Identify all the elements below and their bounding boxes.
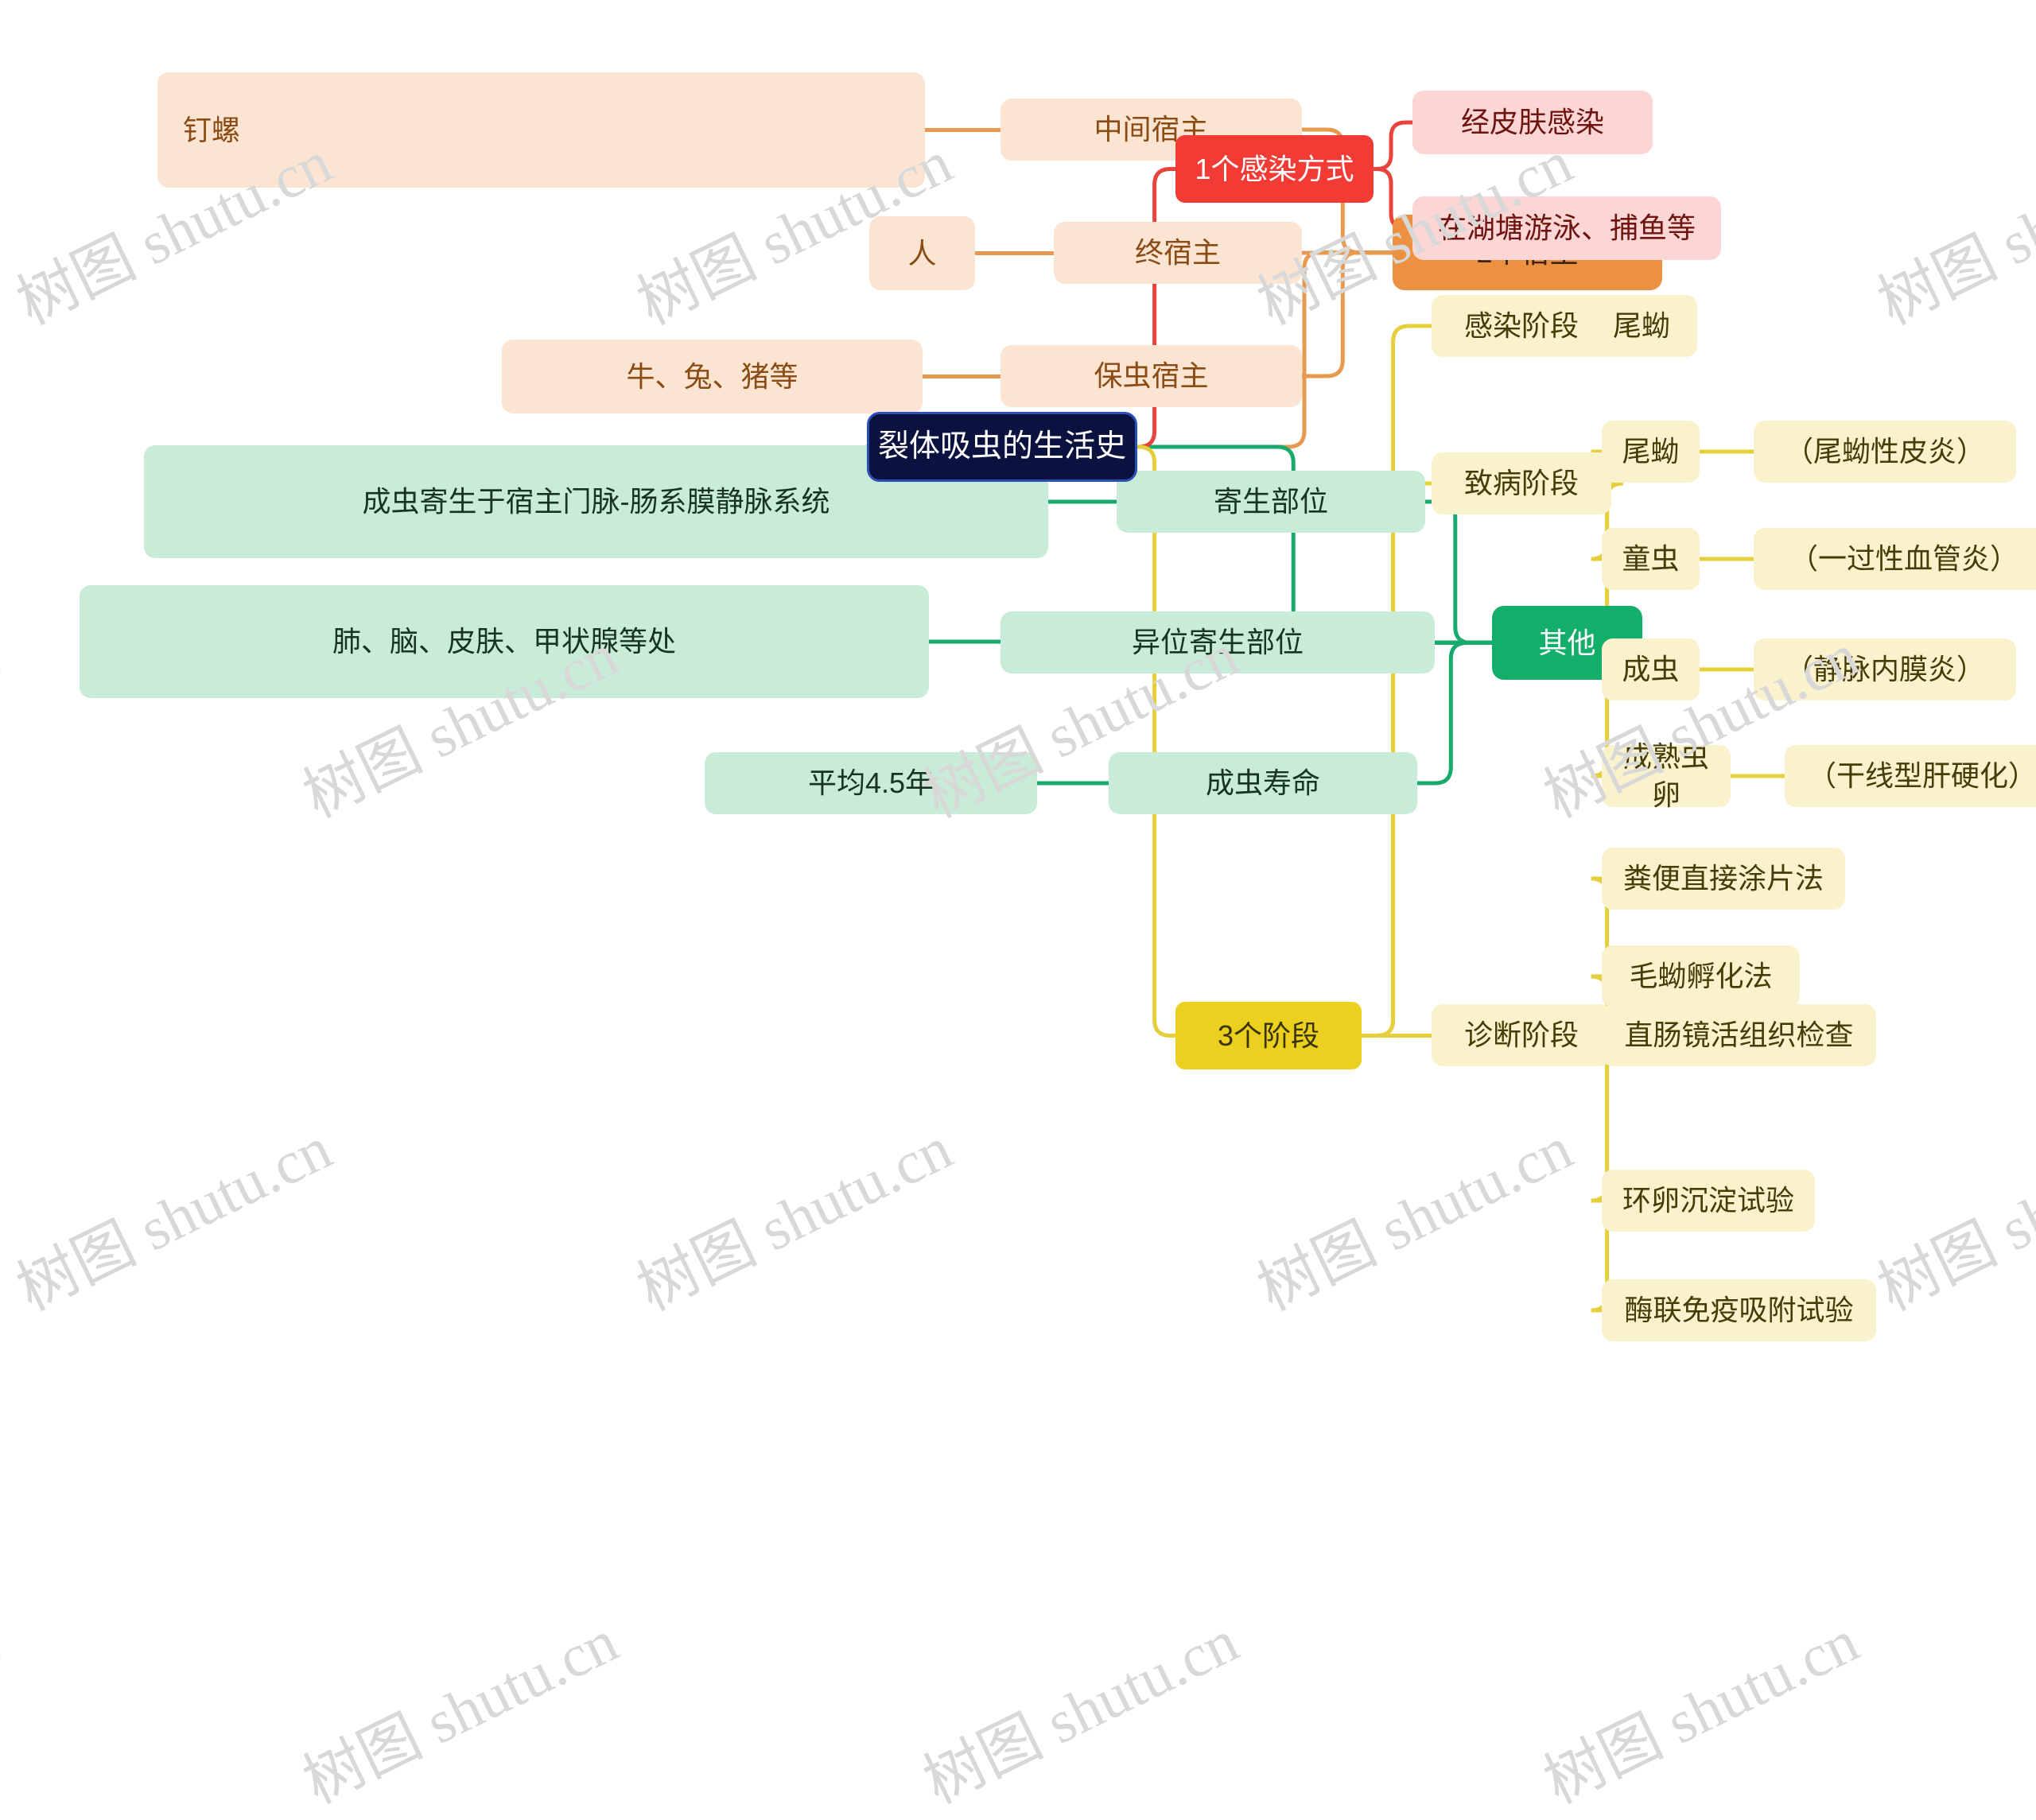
- node-pathogenic-effect[interactable]: （一过性血管炎）: [1754, 528, 2036, 590]
- node-label: 其他: [1538, 626, 1596, 659]
- node-label: 经皮肤感染: [1460, 106, 1604, 139]
- node-label: 成虫寿命: [1205, 766, 1320, 800]
- node-final-host[interactable]: 终宿主: [1054, 222, 1302, 284]
- node-label: 牛、兔、猪等: [626, 359, 798, 393]
- node-label: 诊断阶段: [1463, 1019, 1579, 1052]
- node-label: （静脉内膜炎）: [1784, 653, 1985, 686]
- node-label: 尾蚴: [1622, 435, 1680, 468]
- node-label: 在湖塘游泳、捕鱼等: [1437, 211, 1696, 245]
- node-label: 粪便直接涂片法: [1622, 862, 1824, 895]
- node-diagnostic-item[interactable]: 环卵沉淀试验: [1602, 1170, 1815, 1232]
- node-label: 毛蚴孵化法: [1629, 960, 1773, 993]
- link-stages-infective: [1359, 324, 1434, 1038]
- node-diagnostic-item[interactable]: 直肠镜活组织检查: [1602, 1004, 1876, 1066]
- link-infection-skin: [1371, 120, 1415, 171]
- node-label: （干线型肝硬化）: [1807, 759, 2036, 793]
- node-label: 钉螺: [183, 113, 241, 146]
- node-pathogenic-effect[interactable]: （干线型肝硬化）: [1785, 745, 2036, 807]
- node-pathogenic-effect[interactable]: （尾蚴性皮炎）: [1754, 421, 2016, 483]
- node-label: 致病阶段: [1463, 467, 1579, 500]
- node-root[interactable]: 裂体吸虫的生活史: [867, 412, 1137, 482]
- node-label: （一过性血管炎）: [1789, 542, 2019, 576]
- node-pathogenic-agent[interactable]: 童虫: [1602, 528, 1700, 590]
- mindmap-canvas: 钉螺 中间宿主 人 终宿主 牛、兔、猪等 保虫宿主 2个宿主 成虫寄生于宿主门脉…: [0, 0, 2036, 1409]
- node-infection-mode[interactable]: 1个感染方式: [1175, 135, 1374, 203]
- node-label: 1个感染方式: [1195, 152, 1354, 185]
- node-label: 平均4.5年: [807, 766, 934, 800]
- link-site-other: [1423, 499, 1494, 645]
- node-label: 成虫寄生于宿主门脉-肠系膜静脉系统: [362, 485, 830, 518]
- watermark-text: 树图 shutu.cn: [914, 1607, 1249, 1817]
- node-infection-route-water[interactable]: 在湖塘游泳、捕鱼等: [1412, 196, 1721, 260]
- watermark-text: 树图 shutu.cn: [0, 1607, 8, 1816]
- link-reservoir-twohosts: [1300, 250, 1395, 378]
- node-pathogenic-effect[interactable]: （静脉内膜炎）: [1754, 638, 2016, 700]
- node-pathogenic-agent[interactable]: 成熟虫卵: [1602, 740, 1731, 811]
- node-label: 保虫宿主: [1094, 359, 1209, 393]
- node-pathogenic-agent[interactable]: 尾蚴: [1602, 421, 1700, 483]
- node-infection-route-skin[interactable]: 经皮肤感染: [1412, 91, 1653, 154]
- node-label: 童虫: [1622, 542, 1680, 576]
- node-infective-stage[interactable]: 感染阶段: [1432, 295, 1611, 357]
- watermark-text: 树图 shutu.cn: [293, 1607, 628, 1817]
- node-dingluo[interactable]: 钉螺: [157, 72, 925, 188]
- node-reservoir-host[interactable]: 保虫宿主: [1001, 345, 1302, 407]
- node-label: 寄生部位: [1213, 485, 1328, 518]
- node-diagnostic-stage[interactable]: 诊断阶段: [1432, 1004, 1611, 1066]
- node-parasitic-site[interactable]: 寄生部位: [1117, 471, 1425, 533]
- node-label: 3个阶段: [1217, 1019, 1320, 1052]
- node-adult-lifespan[interactable]: 成虫寿命: [1109, 752, 1417, 814]
- node-ectopic-organs[interactable]: 肺、脑、皮肤、甲状腺等处: [80, 585, 929, 698]
- node-label: 感染阶段: [1463, 309, 1579, 343]
- node-diagnostic-item[interactable]: 毛蚴孵化法: [1602, 945, 1800, 1007]
- node-average-years[interactable]: 平均4.5年: [705, 752, 1037, 814]
- link-root-stages: [1135, 444, 1178, 1038]
- node-infective-stage-detail[interactable]: 尾蚴: [1586, 295, 1697, 357]
- node-label: 人: [907, 236, 937, 270]
- node-label: 环卵沉淀试验: [1622, 1184, 1794, 1217]
- node-label: 尾蚴: [1612, 309, 1670, 343]
- node-diagnostic-item[interactable]: 酶联免疫吸附试验: [1602, 1279, 1876, 1341]
- node-pathogenic-stage[interactable]: 致病阶段: [1432, 452, 1611, 514]
- watermark-text: 树图 shutu.cn: [1534, 1607, 1869, 1817]
- node-label: 异位寄生部位: [1131, 626, 1304, 659]
- node-label: 终宿主: [1134, 236, 1221, 270]
- node-label: 肺、脑、皮肤、甲状腺等处: [332, 625, 676, 658]
- node-diagnostic-item[interactable]: 粪便直接涂片法: [1602, 848, 1845, 910]
- node-root-label: 裂体吸虫的生活史: [877, 429, 1126, 464]
- node-label: 酶联免疫吸附试验: [1624, 1294, 1854, 1327]
- node-label: 成虫: [1622, 653, 1680, 686]
- node-human[interactable]: 人: [869, 216, 975, 290]
- node-livestock[interactable]: 牛、兔、猪等: [502, 340, 923, 413]
- node-label: （尾蚴性皮炎）: [1784, 435, 1985, 468]
- node-three-stages[interactable]: 3个阶段: [1175, 1002, 1362, 1069]
- node-label: 成熟虫卵: [1622, 740, 1709, 811]
- node-label: 直肠镜活组织检查: [1624, 1019, 1854, 1052]
- node-ectopic-site[interactable]: 异位寄生部位: [1001, 611, 1435, 673]
- node-pathogenic-agent[interactable]: 成虫: [1602, 638, 1700, 700]
